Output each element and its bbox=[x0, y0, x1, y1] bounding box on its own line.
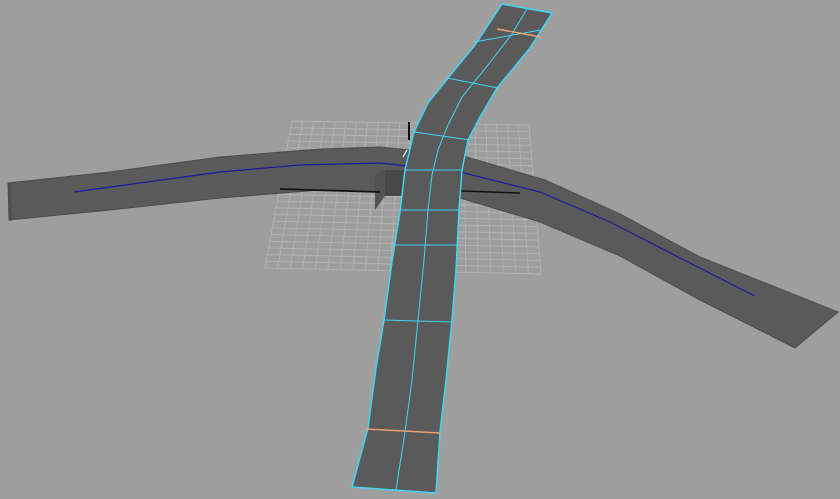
scene-canvas[interactable] bbox=[0, 0, 840, 499]
road-mesh-vertical[interactable] bbox=[351, 3, 554, 494]
perspective-viewport[interactable] bbox=[0, 0, 840, 499]
intersection-shadow bbox=[375, 170, 385, 210]
